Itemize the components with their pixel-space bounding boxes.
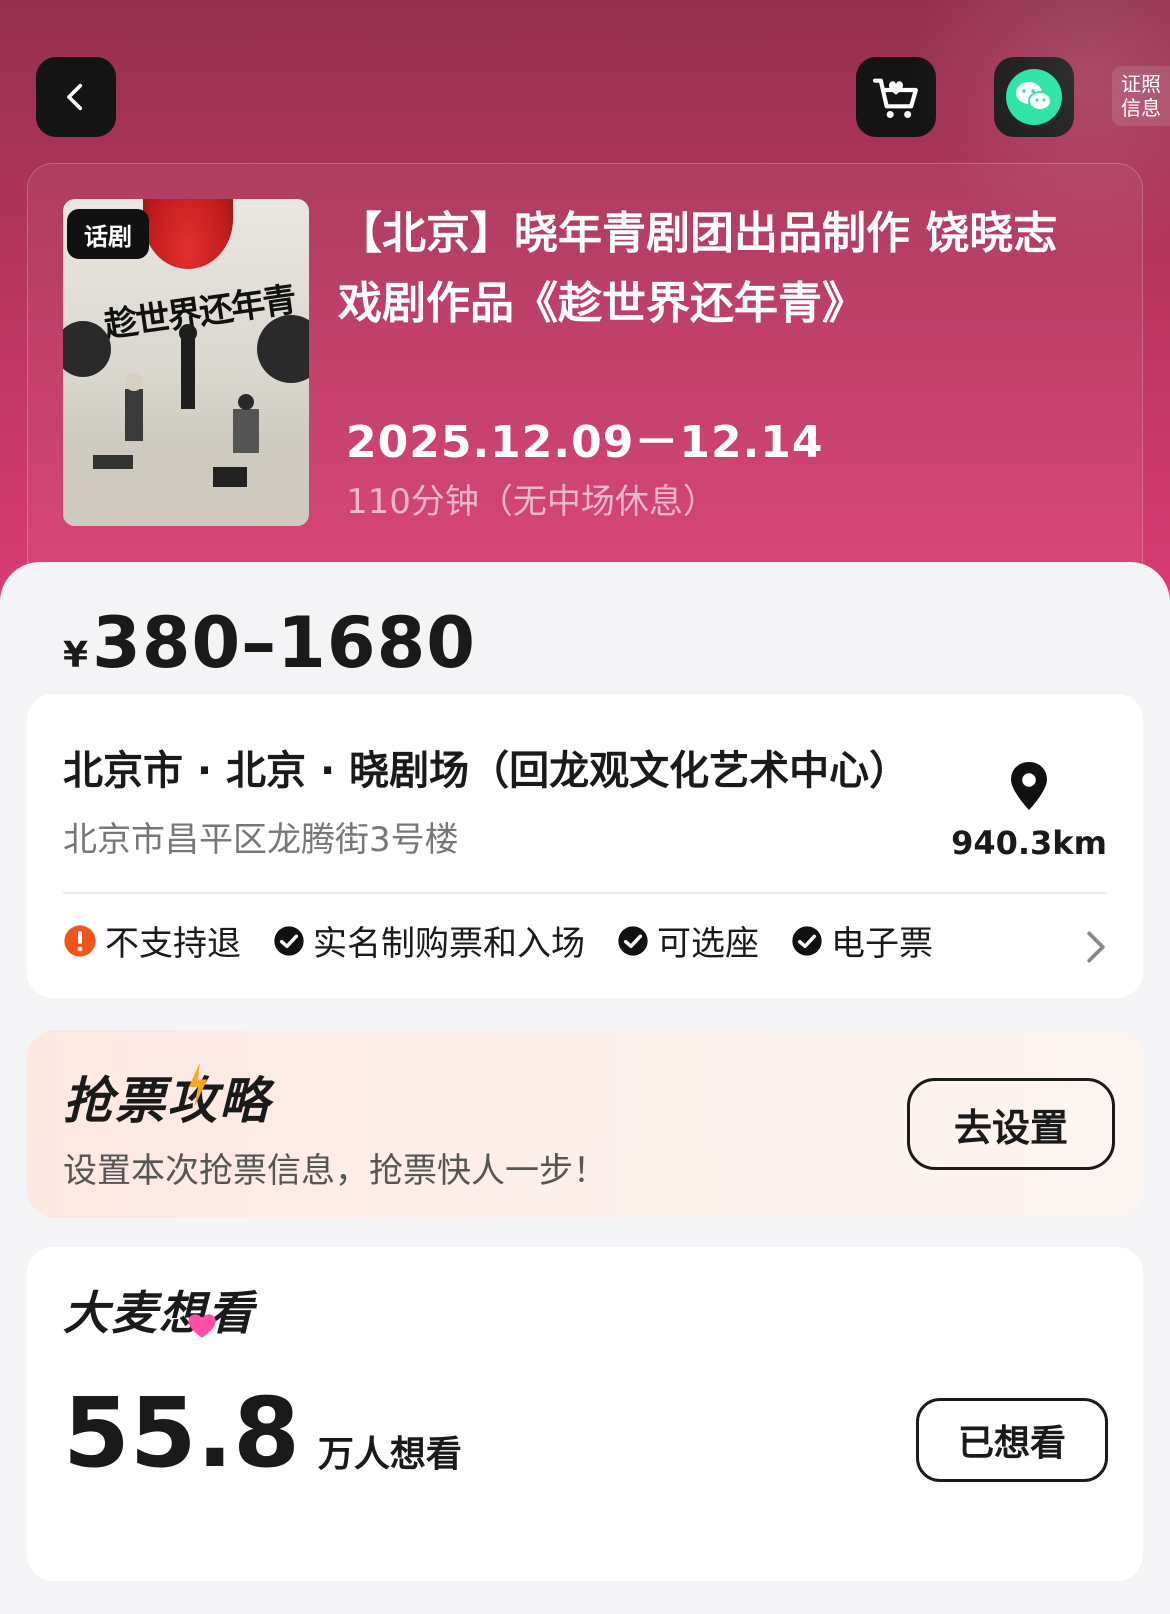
setup-button[interactable]: 去设置 (907, 1078, 1115, 1170)
venue-card[interactable]: 北京市 · 北京 · 晓剧场（回龙观文化艺术中心） 北京市昌平区龙腾街3号楼 9… (27, 694, 1143, 998)
license-label-line1: 证照 (1121, 72, 1161, 96)
license-label-line2: 信息 (1121, 96, 1161, 120)
want-to-see-card: 大麦想看 55.8 万人想看 已想看 (27, 1247, 1143, 1581)
policy-e-ticket: 电子票 (791, 916, 933, 965)
license-info-button[interactable]: 证照 信息 (1112, 66, 1170, 126)
lightning-icon (188, 1063, 208, 1107)
price-currency: ¥ (63, 635, 89, 676)
ticket-strategy-card: 抢票攻略 设置本次抢票信息，抢票快人一步！ 去设置 (27, 1031, 1143, 1217)
check-circle-icon (618, 925, 648, 956)
policy-label: 电子票 (831, 924, 933, 964)
strategy-subtitle: 设置本次抢票信息，抢票快人一步！ (63, 1151, 607, 1191)
cart-heart-icon (872, 78, 918, 118)
poster-figures (63, 315, 309, 526)
wanted-button[interactable]: 已想看 (916, 1398, 1108, 1482)
divider (63, 892, 1107, 894)
venue-address: 北京市昌平区龙腾街3号楼 (63, 820, 459, 860)
chevron-right-icon[interactable] (1085, 930, 1107, 964)
hero-banner: 证照 信息 话剧 趁世界还年青 【北京】晓年青剧团出品制作 饶晓志戏剧作品《趁世… (0, 0, 1170, 600)
show-poster[interactable]: 话剧 趁世界还年青 (63, 199, 309, 526)
price-range: ¥ 380–1680 (63, 602, 476, 684)
policy-seat-selection: 可选座 (617, 916, 759, 965)
policy-list[interactable]: 不支持退 实名制购票和入场 可选座 电子票 (63, 916, 965, 965)
back-button[interactable] (36, 57, 116, 137)
wechat-share-button[interactable] (994, 57, 1074, 137)
chevron-left-icon (67, 83, 83, 111)
check-circle-icon (274, 925, 304, 956)
policy-label: 实名制购票和入场 (313, 924, 585, 964)
want-brand: 大麦想看 (63, 1286, 255, 1340)
policy-real-name: 实名制购票和入场 (273, 916, 585, 965)
price-value: 380–1680 (92, 602, 477, 684)
wechat-icon (1006, 69, 1062, 125)
warning-icon (64, 924, 96, 957)
check-circle-icon (792, 925, 822, 956)
policy-label: 不支持退 (105, 924, 241, 964)
want-count: 55.8 万人想看 (63, 1377, 462, 1489)
want-count-unit: 万人想看 (317, 1434, 462, 1475)
policy-label: 可选座 (657, 924, 759, 964)
show-duration: 110分钟（无中场休息） (346, 482, 717, 522)
location-pin-icon (1011, 762, 1047, 810)
venue-name: 北京市 · 北京 · 晓剧场（回龙观文化艺术中心） (63, 748, 910, 794)
want-count-value: 55.8 (63, 1377, 300, 1489)
venue-distance: 940.3km (951, 824, 1107, 862)
policy-no-refund: 不支持退 (63, 916, 241, 965)
show-dates: 2025.12.09－12.14 (346, 417, 824, 468)
show-title: 【北京】晓年青剧团出品制作 饶晓志戏剧作品《趁世界还年青》 (338, 208, 1058, 329)
cart-button[interactable] (856, 57, 936, 137)
heart-icon (188, 1314, 216, 1338)
strategy-title: 抢票攻略 (63, 1072, 271, 1130)
